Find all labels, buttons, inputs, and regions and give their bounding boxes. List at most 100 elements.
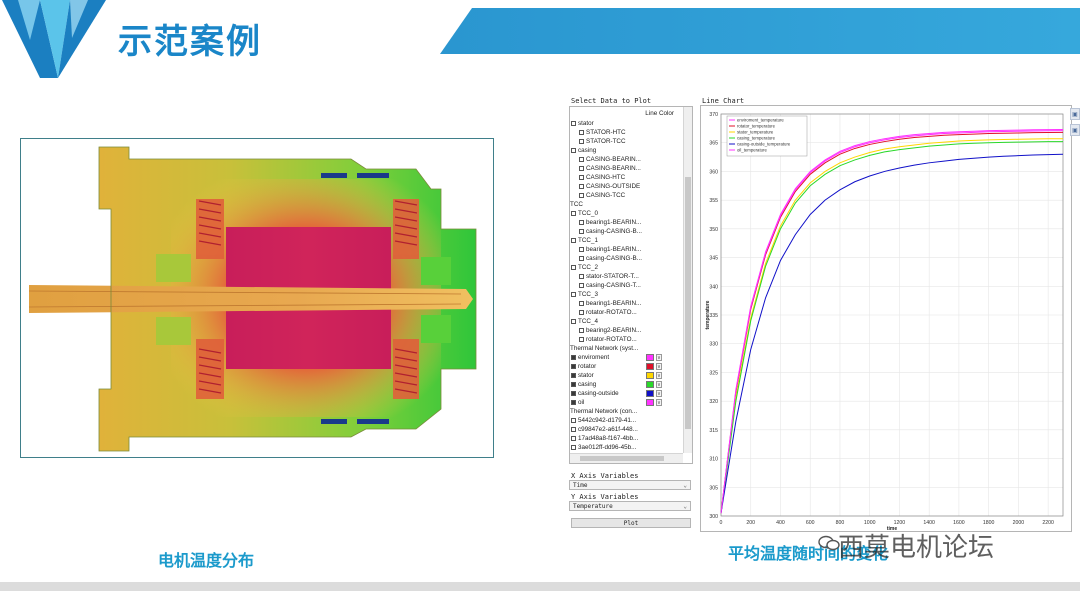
tree-item[interactable]: TCC_2 — [571, 263, 598, 272]
checkbox[interactable] — [571, 372, 576, 378]
checkbox[interactable] — [571, 435, 576, 441]
tree-item[interactable]: CASING-TCC — [579, 191, 625, 200]
tree-item[interactable]: casing-outside — [571, 389, 619, 398]
line-color-swatch[interactable] — [646, 354, 654, 361]
checkbox[interactable] — [579, 300, 584, 306]
line-color-swatch[interactable] — [646, 372, 654, 379]
checkbox[interactable] — [579, 336, 584, 342]
line-color-swatch[interactable] — [646, 399, 654, 406]
tree-item[interactable]: 17ad48a8-f167-4bb... — [571, 434, 638, 443]
tree-item[interactable]: stator-STATOR-T... — [579, 272, 639, 281]
checkbox[interactable] — [579, 192, 584, 198]
y-axis-select[interactable]: Temperature ⌄ — [569, 501, 691, 511]
checkbox[interactable] — [579, 273, 584, 279]
tree-item[interactable]: casing-CASING-B... — [579, 227, 642, 236]
tree-item-label: oil — [578, 399, 585, 406]
tree-item[interactable]: TCC_0 — [571, 209, 598, 218]
select-data-header: Select Data to Plot — [571, 97, 652, 105]
line-color-swatch[interactable] — [646, 381, 654, 388]
checkbox[interactable] — [579, 165, 584, 171]
tree-item[interactable]: casing — [571, 146, 596, 155]
checkbox[interactable] — [571, 444, 576, 450]
tree-item[interactable]: 3ae012ff-dd96-45b... — [571, 443, 636, 452]
tree-vertical-scrollbar[interactable] — [683, 107, 692, 453]
tree-item[interactable]: stator — [571, 371, 594, 380]
checkbox[interactable] — [571, 426, 576, 432]
series-line — [720, 141, 1064, 514]
checkbox[interactable] — [579, 309, 584, 315]
checkbox[interactable] — [579, 228, 584, 234]
color-dropdown-icon[interactable]: ∨ — [656, 363, 662, 370]
checkbox[interactable] — [579, 246, 584, 252]
tree-item[interactable]: STATOR-HTC — [579, 128, 626, 137]
color-dropdown-icon[interactable]: ∨ — [656, 354, 662, 361]
data-tree[interactable]: Line Color stator STATOR-HTC STATOR-TCC cas… — [569, 106, 693, 464]
tree-item[interactable]: CASING-HTC — [579, 173, 625, 182]
tree-item[interactable]: casing — [571, 380, 596, 389]
checkbox[interactable] — [579, 282, 584, 288]
tree-item[interactable]: TCC_4 — [571, 317, 598, 326]
scroll-thumb[interactable] — [685, 177, 691, 429]
color-dropdown-icon[interactable]: ∨ — [656, 399, 662, 406]
chart-tool-button[interactable]: ▣ — [1070, 124, 1080, 136]
chart-tool-button[interactable]: ▣ — [1070, 108, 1080, 120]
tree-item[interactable]: oil — [571, 398, 584, 407]
tree-item[interactable]: 5442c942-d179-41... — [571, 416, 636, 425]
color-dropdown-icon[interactable]: ∨ — [656, 381, 662, 388]
tree-item[interactable]: Thermal Network (syst... — [570, 344, 638, 353]
checkbox[interactable] — [579, 138, 584, 144]
tree-item[interactable]: casing-CASING-T... — [579, 281, 641, 290]
tree-item[interactable]: CASING-BEARIN... — [579, 164, 641, 173]
tree-item[interactable]: bearing2-BEARIN... — [579, 326, 641, 335]
line-color-swatch[interactable] — [646, 363, 654, 370]
checkbox[interactable] — [571, 291, 576, 297]
tree-item-label: casing-CASING-T... — [586, 282, 641, 289]
checkbox[interactable] — [579, 156, 584, 162]
tree-item[interactable]: rotator — [571, 362, 596, 371]
checkbox[interactable] — [571, 210, 576, 216]
tree-item[interactable]: CASING-BEARIN... — [579, 155, 641, 164]
tree-item[interactable]: bearing1-BEARIN... — [579, 299, 641, 308]
tree-item[interactable]: bearing1-BEARIN... — [579, 218, 641, 227]
checkbox[interactable] — [571, 354, 576, 360]
checkbox[interactable] — [571, 318, 576, 324]
checkbox[interactable] — [579, 255, 584, 261]
tree-item[interactable]: enviroment — [571, 353, 609, 362]
checkbox[interactable] — [579, 174, 584, 180]
tree-item[interactable]: bearing1-BEARIN... — [579, 245, 641, 254]
tree-horizontal-scrollbar[interactable] — [570, 453, 683, 463]
tree-item[interactable]: Thermal Network (con... — [570, 407, 637, 416]
tree-item-label: bearing1-BEARIN... — [586, 246, 642, 253]
tree-item[interactable]: TCC_3 — [571, 290, 598, 299]
color-dropdown-icon[interactable]: ∨ — [656, 372, 662, 379]
checkbox[interactable] — [571, 381, 576, 387]
tree-item[interactable]: TCC_1 — [571, 236, 598, 245]
checkbox[interactable] — [579, 129, 584, 135]
checkbox[interactable] — [579, 183, 584, 189]
tree-item[interactable]: CASING-OUTSIDE — [579, 182, 640, 191]
color-dropdown-icon[interactable]: ∨ — [656, 390, 662, 397]
checkbox[interactable] — [579, 327, 584, 333]
line-color-swatch[interactable] — [646, 390, 654, 397]
checkbox[interactable] — [571, 417, 576, 423]
tree-item[interactable]: rotator-ROTATO... — [579, 335, 637, 344]
checkbox[interactable] — [571, 390, 576, 396]
checkbox[interactable] — [571, 399, 576, 405]
tree-item[interactable]: c99847e2-a61f-448... — [571, 425, 638, 434]
tree-item[interactable]: rotator-ROTATO... — [579, 308, 637, 317]
checkbox[interactable] — [571, 264, 576, 270]
checkbox[interactable] — [571, 120, 576, 126]
tree-item-label: TCC_2 — [578, 264, 598, 271]
tree-item[interactable]: STATOR-TCC — [579, 137, 626, 146]
plot-button[interactable]: Plot — [571, 518, 691, 528]
scroll-thumb[interactable] — [580, 456, 664, 461]
checkbox[interactable] — [571, 147, 576, 153]
checkbox[interactable] — [571, 237, 576, 243]
tree-item[interactable]: stator — [571, 119, 594, 128]
checkbox[interactable] — [571, 363, 576, 369]
tree-item[interactable]: TCC — [570, 200, 583, 209]
wechat-icon — [818, 535, 840, 551]
tree-item[interactable]: casing-CASING-B... — [579, 254, 642, 263]
x-axis-select[interactable]: Time ⌄ — [569, 480, 691, 490]
checkbox[interactable] — [579, 219, 584, 225]
